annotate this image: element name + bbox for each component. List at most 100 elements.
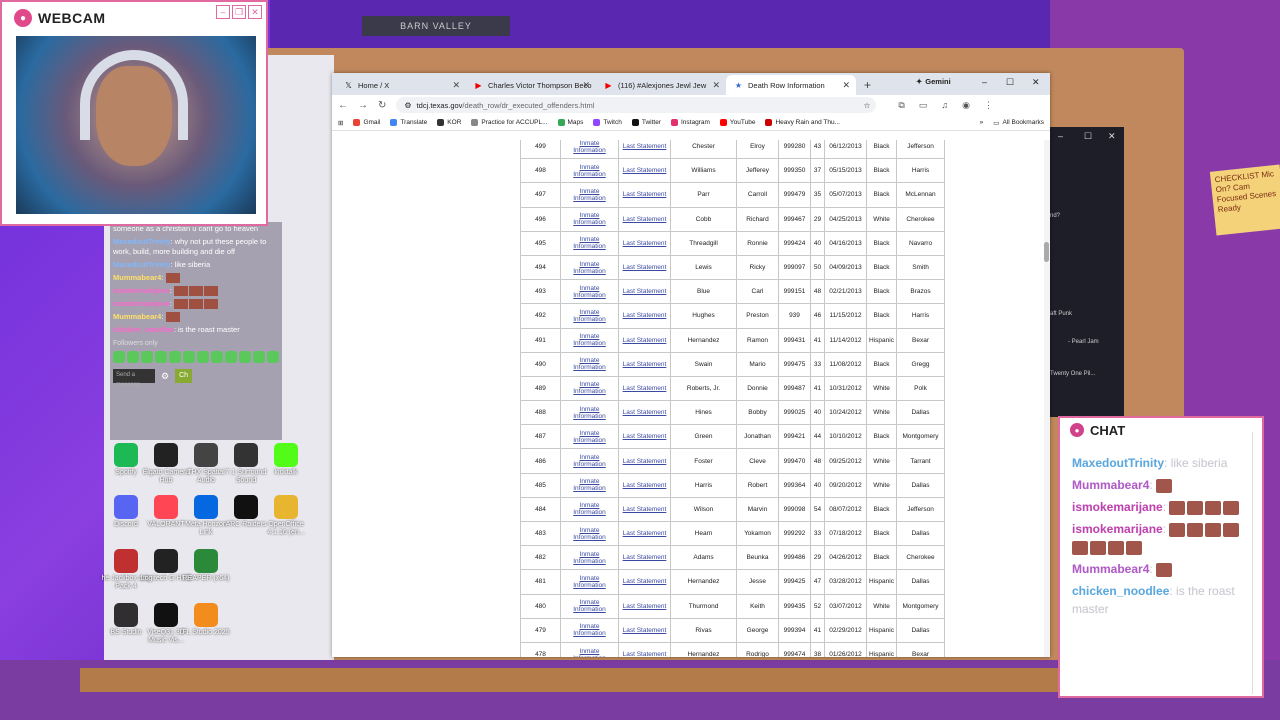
inmate-information-link[interactable]: Inmate Information — [560, 496, 619, 523]
new-tab-button[interactable]: + — [856, 75, 879, 95]
desktop-icon[interactable]: FL Studio 2025 — [180, 603, 232, 637]
inmate-information-link[interactable]: Inmate Information — [560, 206, 619, 232]
last-statement-link[interactable]: Last Statement — [618, 424, 671, 450]
chat-username[interactable]: chicken_noodlee — [113, 325, 174, 334]
forward-icon[interactable]: → — [358, 100, 368, 111]
chat-send-button[interactable]: Ch — [175, 369, 193, 384]
last-statement-link[interactable]: Last Statement — [618, 206, 671, 232]
emote-row[interactable] — [113, 351, 279, 364]
last-statement-link[interactable]: Last Statement — [618, 279, 671, 305]
tab-4[interactable]: ★ Death Row Information ✕ — [726, 75, 856, 95]
bookmark-item[interactable]: Instagram — [670, 119, 710, 126]
last-statement-link[interactable]: Last Statement — [618, 327, 671, 353]
close-tab-icon[interactable]: ✕ — [582, 80, 590, 91]
inmate-information-link[interactable]: Inmate Information — [560, 617, 619, 643]
bookmark-star-icon[interactable]: ☆ — [864, 101, 871, 110]
inmate-information-link[interactable]: Inmate Information — [560, 400, 619, 426]
maximize-icon[interactable]: ☐ — [1084, 131, 1092, 142]
last-statement-link[interactable]: Last Statement — [618, 448, 671, 474]
last-statement-link[interactable]: Last Statement — [618, 140, 671, 160]
desktop-icon[interactable]: OpenOffice 4.1.16 (en... — [260, 495, 312, 537]
inmate-information-link[interactable]: Inmate Information — [560, 375, 619, 402]
inmate-information-link[interactable]: Inmate Information — [560, 641, 619, 657]
close-tab-icon[interactable]: ✕ — [712, 80, 720, 91]
inmate-information-link[interactable]: Inmate Information — [560, 182, 619, 208]
inmate-information-link[interactable]: Inmate Information — [560, 351, 619, 377]
chat-input[interactable]: Send a message — [113, 369, 155, 388]
bookmark-item[interactable]: Maps — [557, 119, 583, 126]
minimize-icon[interactable]: – — [982, 77, 987, 87]
media-icon[interactable]: ♫ — [941, 100, 948, 111]
close-icon[interactable]: ✕ — [248, 5, 262, 19]
bookmark-item[interactable]: Gmail — [353, 119, 380, 126]
chat-username[interactable]: Mummabear4 — [113, 273, 161, 282]
page-scrollbar[interactable] — [1044, 140, 1050, 657]
chat-username[interactable]: Mummabear4 — [1072, 478, 1149, 492]
last-statement-link[interactable]: Last Statement — [618, 303, 671, 329]
bookmark-item[interactable]: Practice for ACCUPL... — [471, 119, 548, 126]
chat-username[interactable]: ismokemarijane — [1072, 500, 1163, 514]
inmate-information-link[interactable]: Inmate Information — [560, 448, 619, 474]
chat-username[interactable]: ismokemarijane — [1072, 522, 1163, 536]
reload-icon[interactable]: ↻ — [378, 100, 386, 111]
restore-icon[interactable]: ❐ — [232, 5, 246, 19]
extensions-icon[interactable]: ⧉ — [898, 100, 904, 111]
menu-icon[interactable]: ⋮ — [984, 100, 993, 111]
bookmark-item[interactable]: YouTube — [719, 119, 755, 126]
bookmark-item[interactable]: Heavy Rain and Thu... — [765, 119, 840, 126]
inmate-information-link[interactable]: Inmate Information — [560, 424, 619, 450]
last-statement-link[interactable]: Last Statement — [618, 496, 671, 523]
url-input[interactable]: ⚙ tdcj.texas.gov/death_row/dr_executed_o… — [396, 97, 877, 113]
close-icon[interactable]: ✕ — [1032, 77, 1040, 88]
inmate-information-link[interactable]: Inmate Information — [560, 472, 619, 498]
last-statement-link[interactable]: Last Statement — [618, 641, 671, 657]
last-statement-link[interactable]: Last Statement — [618, 545, 671, 571]
site-info-icon[interactable]: ⚙ — [404, 101, 411, 110]
bookmark-item[interactable]: Translate — [390, 119, 427, 126]
chat-username[interactable]: ismokemarijane — [113, 286, 170, 295]
settings-icon[interactable]: ⚙ — [161, 371, 169, 381]
maximize-icon[interactable]: ☐ — [1006, 77, 1014, 88]
last-statement-link[interactable]: Last Statement — [618, 617, 671, 643]
last-statement-link[interactable]: Last Statement — [618, 230, 671, 256]
bookmark-item[interactable]: Twitter — [631, 119, 661, 126]
tab-3[interactable]: ▶ (116) #Alexjones Jewl Jew ✕ — [596, 75, 726, 95]
minimize-icon[interactable]: – — [1058, 131, 1063, 141]
scrollbar-thumb[interactable] — [1044, 242, 1049, 262]
last-statement-link[interactable]: Last Statement — [618, 254, 671, 281]
close-tab-icon[interactable]: ✕ — [452, 80, 460, 91]
chat-scrollbar[interactable] — [1252, 432, 1260, 694]
inmate-information-link[interactable]: Inmate Information — [560, 140, 619, 160]
chat-username[interactable]: Mummabear4 — [1072, 562, 1149, 576]
bookmark-item[interactable]: KOR — [437, 119, 461, 126]
tab-2[interactable]: ▶ Charles Victor Thompson Beco ✕ — [466, 75, 596, 95]
all-bookmarks[interactable]: ▭ All Bookmarks — [993, 119, 1044, 127]
apps-icon[interactable]: ⊞ — [338, 119, 343, 127]
chat-username[interactable]: MaxedoutTrinity — [1072, 456, 1164, 470]
back-icon[interactable]: ← — [338, 100, 348, 111]
close-tab-icon[interactable]: ✕ — [842, 80, 850, 91]
gemini-button[interactable]: ✦ Gemini — [916, 77, 951, 86]
chat-username[interactable]: MaxedoutTrinity — [113, 237, 171, 246]
inmate-information-link[interactable]: Inmate Information — [560, 327, 619, 353]
last-statement-link[interactable]: Last Statement — [618, 520, 671, 547]
desktop-icon[interactable]: kicktalk — [260, 443, 312, 477]
inmate-information-link[interactable]: Inmate Information — [560, 520, 619, 547]
cast-icon[interactable]: ▭ — [919, 100, 928, 111]
bookmark-item[interactable]: Twitch — [593, 119, 622, 126]
inmate-information-link[interactable]: Inmate Information — [560, 279, 619, 305]
last-statement-link[interactable]: Last Statement — [618, 375, 671, 402]
desktop-icon[interactable]: REAPER (x64) — [180, 549, 232, 583]
inmate-information-link[interactable]: Inmate Information — [560, 569, 619, 595]
last-statement-link[interactable]: Last Statement — [618, 182, 671, 208]
last-statement-link[interactable]: Last Statement — [618, 351, 671, 377]
chat-username[interactable]: MaxedoutTrinity — [113, 260, 171, 269]
inmate-information-link[interactable]: Inmate Information — [560, 545, 619, 571]
last-statement-link[interactable]: Last Statement — [618, 569, 671, 595]
close-icon[interactable]: ✕ — [1108, 131, 1116, 142]
inmate-information-link[interactable]: Inmate Information — [560, 158, 619, 184]
last-statement-link[interactable]: Last Statement — [618, 472, 671, 498]
inmate-information-link[interactable]: Inmate Information — [560, 593, 619, 619]
last-statement-link[interactable]: Last Statement — [618, 158, 671, 184]
minimize-icon[interactable]: – — [216, 5, 230, 19]
